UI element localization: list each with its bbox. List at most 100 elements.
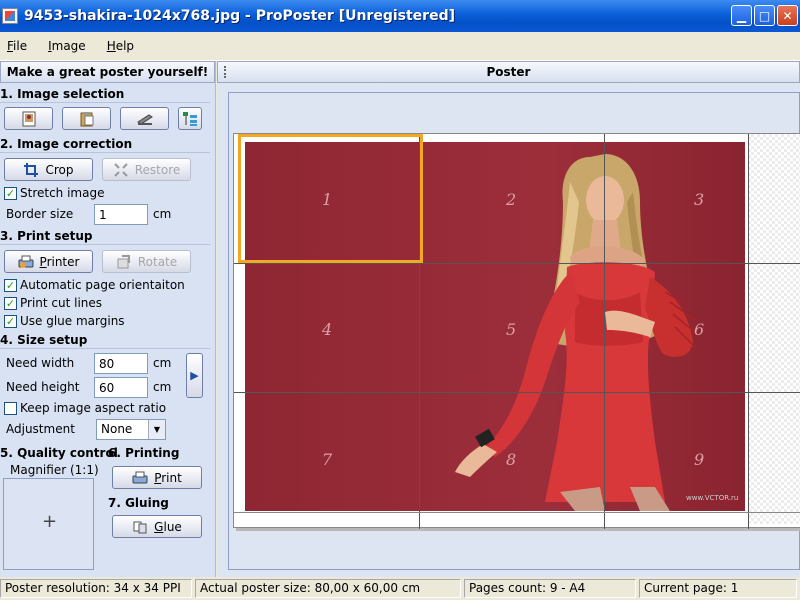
splitter-grip[interactable] [224,66,227,78]
minimize-button[interactable]: ▁ [731,5,752,26]
status-current-page: Current page: 1 [639,579,797,598]
auto-orientation-checkbox[interactable]: ✓ [4,279,17,292]
border-size-label: Border size [6,207,74,221]
adjustment-value: None [101,422,133,436]
height-unit: cm [153,380,172,394]
page-number-1[interactable]: 1 [322,190,332,209]
section-size-setup: 4. Size setup [0,333,88,347]
cut-line-h1 [234,263,800,264]
scanner-icon [136,111,153,127]
app-icon[interactable] [2,8,18,24]
adjustment-select[interactable]: None ▼ [96,419,166,440]
tree-list-icon [182,111,198,127]
cut-line-v3 [748,134,749,529]
section-divider [0,348,210,349]
poster-panel: Poster 1 2 3 4 5 6 7 8 9 www.VCTOR.ru [217,61,800,577]
apply-size-button[interactable]: ▶ [186,353,203,398]
image-options-button[interactable] [178,107,202,130]
left-panel: Make a great poster yourself! 1. Image s… [0,61,216,577]
section-gluing: 7. Gluing [108,496,169,510]
close-icon: ✕ [782,8,793,23]
section-image-selection: 1. Image selection [0,87,125,101]
menu-image[interactable]: Image [48,39,86,53]
poster-title: Poster [486,65,531,79]
poster-canvas[interactable]: 1 2 3 4 5 6 7 8 9 www.VCTOR.ru [228,92,800,570]
rotate-icon [116,254,132,270]
page-number-9[interactable]: 9 [694,450,704,469]
section-divider [0,152,210,153]
cut-line-h2 [234,392,800,393]
close-button[interactable]: ✕ [777,5,798,26]
restore-icon [113,162,129,178]
glue-margins-checkbox[interactable]: ✓ [4,315,17,328]
section-image-correction: 2. Image correction [0,137,133,151]
restore-label: Restore [134,162,181,177]
menu-file[interactable]: File [7,39,27,53]
printer-icon [18,254,34,270]
glue-icon [132,519,148,535]
poster-paper: 1 2 3 4 5 6 7 8 9 www.VCTOR.ru [233,133,800,529]
stretch-image-checkbox[interactable]: ✓ [4,187,17,200]
cut-lines-checkbox[interactable]: ✓ [4,297,17,310]
section-quality-control: 5. Quality control [0,446,118,460]
title-bar[interactable]: 9453-shakira-1024x768.jpg - ProPoster [U… [0,0,800,32]
status-resolution: Poster resolution: 34 x 34 PPI [0,579,192,598]
image-watermark: www.VCTOR.ru [686,494,739,502]
crop-icon [23,162,39,178]
page-number-8[interactable]: 8 [506,450,516,469]
cut-line-v2 [604,134,605,529]
maximize-button[interactable]: □ [754,5,775,26]
width-input[interactable] [94,353,148,374]
menu-help[interactable]: Help [107,39,134,53]
rotate-button[interactable]: Rotate [102,250,191,273]
crop-button[interactable]: Crop [4,158,93,181]
menu-bar: File Image Help [0,32,800,61]
rotate-label: Rotate [137,254,178,269]
open-image-icon [21,111,37,127]
page-number-7[interactable]: 7 [322,450,332,469]
cut-lines-label: Print cut lines [20,296,103,310]
magnifier-view[interactable] [3,478,94,570]
maximize-icon: □ [758,8,771,23]
glue-label: Glue [154,519,182,534]
stretch-image-label: Stretch image [20,186,105,200]
restore-button[interactable]: Restore [102,158,191,181]
cut-line-h3 [234,512,800,513]
scan-image-button[interactable] [120,107,169,130]
section-divider [0,102,210,103]
printer-label: Printer [39,254,80,269]
open-image-button[interactable] [4,107,53,130]
border-size-input[interactable] [94,204,148,225]
aspect-ratio-checkbox[interactable] [4,402,17,415]
print-label: Print [154,470,182,485]
arrow-right-icon: ▶ [190,369,199,382]
adjustment-label: Adjustment [6,422,75,436]
page-number-3[interactable]: 3 [694,190,704,209]
magnifier-label: Magnifier (1:1) [10,463,99,477]
glue-margins-label: Use glue margins [20,314,125,328]
print-icon [132,470,148,486]
page-number-2[interactable]: 2 [506,190,516,209]
poster-header: Poster [217,61,800,83]
status-pages-count: Pages count: 9 - A4 [464,579,636,598]
printer-button[interactable]: Printer [4,250,93,273]
minimize-icon: ▁ [736,8,747,23]
left-panel-header: Make a great poster yourself! [0,61,215,83]
auto-orientation-label: Automatic page orientaiton [20,278,185,292]
border-size-unit: cm [153,207,172,221]
crop-label: Crop [45,162,74,177]
page-number-4[interactable]: 4 [322,320,332,339]
clipboard-icon [79,111,95,127]
print-button[interactable]: Print [112,466,202,489]
glue-margin-area [748,134,800,524]
height-input[interactable] [94,377,148,398]
window-title: 9453-shakira-1024x768.jpg - ProPoster [U… [24,8,455,24]
page-number-6[interactable]: 6 [694,320,704,339]
width-label: Need width [6,356,75,370]
status-actual-size: Actual poster size: 80,00 x 60,00 cm [195,579,461,598]
paste-image-button[interactable] [62,107,111,130]
glue-button[interactable]: Glue [112,515,202,538]
aspect-ratio-label: Keep image aspect ratio [20,401,167,415]
chevron-down-icon[interactable]: ▼ [148,420,165,439]
page-number-5[interactable]: 5 [506,320,516,339]
